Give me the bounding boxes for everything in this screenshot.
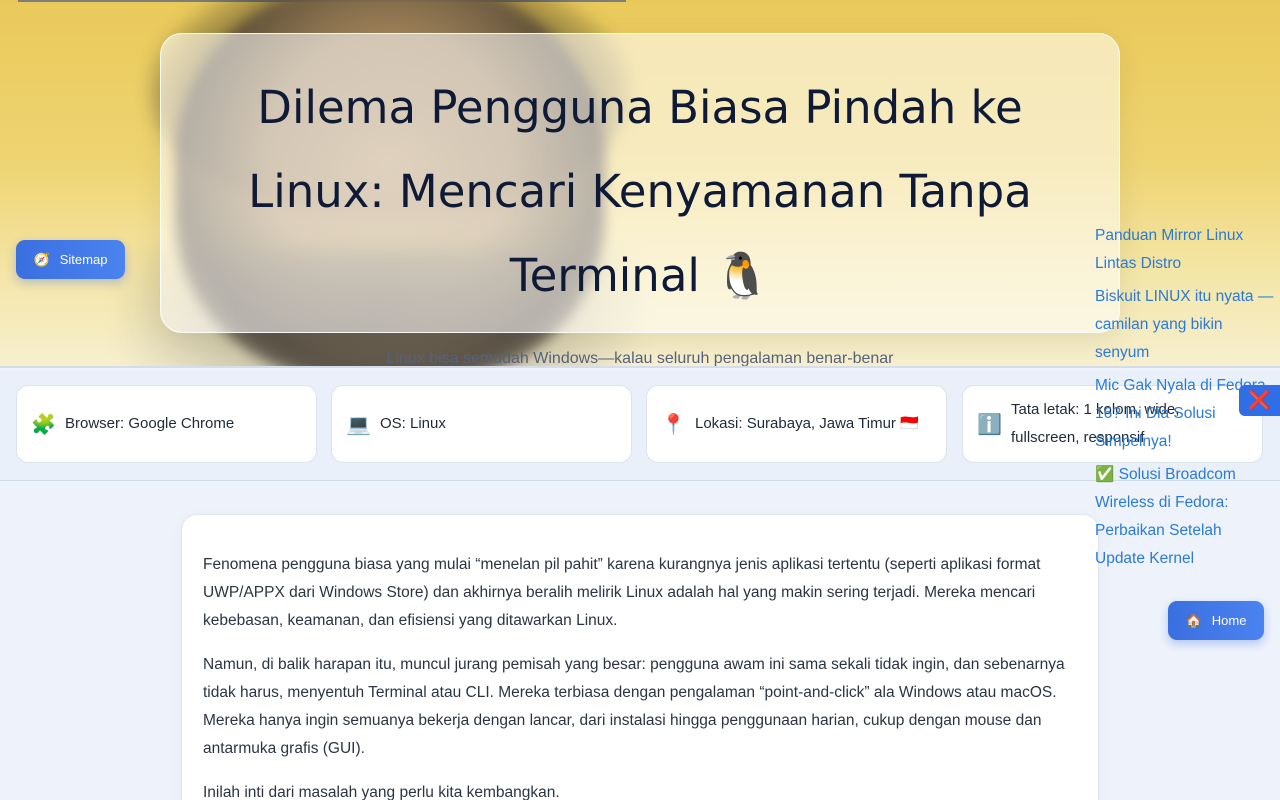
info-card-location: 📍 Lokasi: Surabaya, Jawa Timur 🇮🇩: [646, 385, 947, 463]
page-title: Dilema Pengguna Biasa Pindah ke Linux: M…: [248, 81, 1032, 302]
close-panel-button[interactable]: ❌: [1239, 385, 1280, 416]
article-paragraph-1: Fenomena pengguna biasa yang mulai “mene…: [203, 556, 1041, 629]
related-link-broadcom[interactable]: ✅ Solusi Broadcom Wireless di Fedora: Pe…: [1095, 461, 1275, 573]
info-card-browser: 🧩 Browser: Google Chrome: [16, 385, 317, 463]
info-text-browser: Browser: Google Chrome: [65, 415, 235, 432]
sitemap-button[interactable]: 🧭 Sitemap: [16, 240, 125, 279]
info-text-os: OS: Linux: [380, 415, 446, 432]
page-subtitle: Linux bisa semudah Windows—kalau seluruh…: [386, 350, 894, 367]
home-label: Home: [1211, 613, 1247, 628]
puzzle-icon: 🧩: [31, 413, 56, 436]
related-link-biskuit[interactable]: Biskuit LINUX itu nyata — camilan yang b…: [1095, 283, 1275, 367]
close-icon: ❌: [1248, 390, 1271, 410]
article-card: Fenomena pengguna biasa yang mulai “mene…: [181, 514, 1099, 800]
info-text-location: Lokasi: Surabaya, Jawa Timur 🇮🇩: [695, 415, 919, 432]
article-paragraph-3: Inilah inti dari masalah yang perlu kita…: [203, 784, 560, 800]
laptop-icon: 💻: [346, 413, 371, 436]
info-icon: ℹ️: [977, 413, 1002, 436]
home-button[interactable]: 🏠 Home: [1168, 601, 1264, 640]
info-strip: 🧩 Browser: Google Chrome 💻 OS: Linux 📍 L…: [0, 370, 1280, 481]
related-link-mirror[interactable]: Panduan Mirror Linux Lintas Distro: [1095, 222, 1275, 278]
compass-icon: 🧭: [33, 251, 50, 267]
hero-banner: Dilema Pengguna Biasa Pindah ke Linux: M…: [0, 0, 1280, 368]
pin-icon: 📍: [661, 413, 686, 436]
home-icon: 🏠: [1185, 612, 1202, 628]
article-paragraph-2: Namun, di balik harapan itu, muncul jura…: [203, 656, 1065, 757]
info-card-os: 💻 OS: Linux: [331, 385, 632, 463]
sitemap-label: Sitemap: [59, 252, 108, 267]
hero-card: Dilema Pengguna Biasa Pindah ke Linux: M…: [160, 33, 1120, 366]
